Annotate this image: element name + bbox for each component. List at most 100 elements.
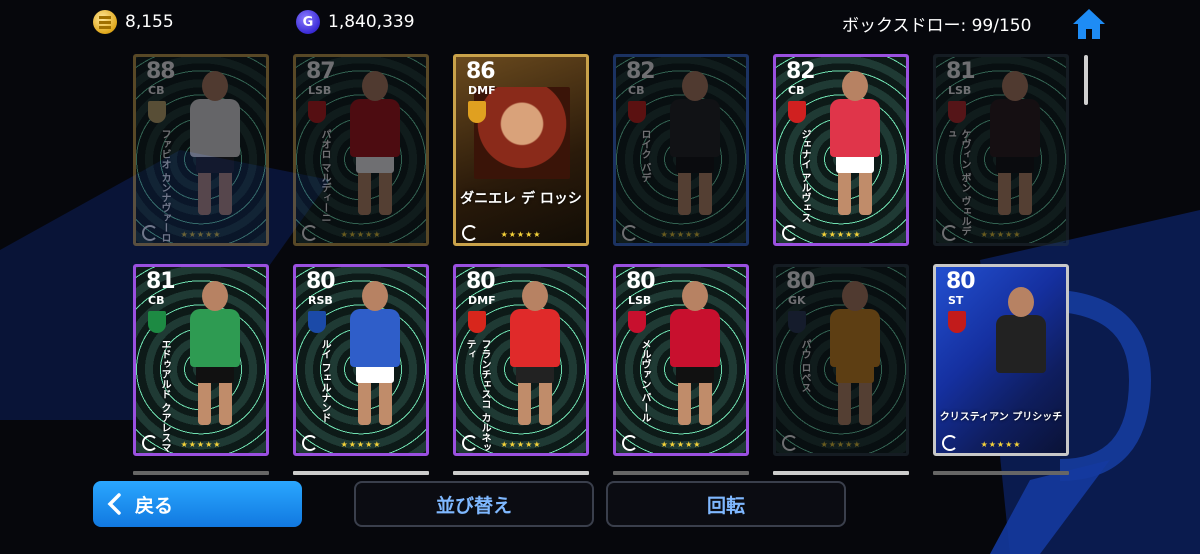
- card-player-name: ロイク バデ: [639, 129, 650, 183]
- player-card[interactable]: 80 LSB メルヴァン バール ★★★★★: [613, 264, 749, 456]
- home-button[interactable]: [1070, 6, 1108, 42]
- efootball-logo-icon: [942, 435, 958, 451]
- card-player-name: ダニエレ デ ロッシ: [460, 191, 582, 207]
- efootball-logo-icon: [942, 225, 958, 241]
- next-row-card-edge: [773, 471, 909, 475]
- player-card[interactable]: 80 GK パウ ロペス ★★★★★: [773, 264, 909, 456]
- club-badge-icon: [628, 311, 646, 333]
- efootball-logo-icon: [782, 435, 798, 451]
- card-position: CB: [148, 84, 165, 97]
- card-rating: 80: [786, 269, 816, 294]
- card-rating: 88: [146, 59, 176, 84]
- player-portrait: [474, 87, 570, 179]
- coin-amount: 8,155: [125, 12, 174, 32]
- card-position: CB: [148, 294, 165, 307]
- next-row-card-edge: [613, 471, 749, 475]
- card-rating: 80: [946, 269, 976, 294]
- card-rating: 82: [786, 59, 816, 84]
- player-card[interactable]: 80 ST クリスティアン プリシッチ ★★★★★: [933, 264, 1069, 456]
- card-player-name: パウ ロペス: [799, 339, 810, 393]
- player-card[interactable]: 80 DMF フランチェスコ カルネッティ ★★★★★: [453, 264, 589, 456]
- card-player-name: ルイ フェルナンド: [319, 339, 330, 423]
- player-figure: [180, 281, 250, 441]
- card-player-name: ファビオ カンナヴァーロ: [159, 129, 170, 243]
- efootball-logo-icon: [622, 225, 638, 241]
- player-card[interactable]: 82 CB ロイク バデ ★★★★★: [613, 54, 749, 246]
- club-badge-icon: [628, 101, 646, 123]
- card-rating: 81: [146, 269, 176, 294]
- chevron-left-icon: [107, 493, 121, 515]
- player-figure: [820, 281, 890, 441]
- player-figure: [660, 281, 730, 441]
- efootball-logo-icon: [142, 435, 158, 451]
- top-bar: 8,155 G 1,840,339 ボックスドロー: 99/150: [0, 0, 1200, 46]
- club-badge-icon: [948, 311, 966, 333]
- club-badge-icon: [468, 311, 486, 333]
- sort-button[interactable]: 並び替え: [354, 481, 594, 527]
- efootball-logo-icon: [782, 225, 798, 241]
- next-row-card-edge: [293, 471, 429, 475]
- player-figure: [340, 71, 410, 231]
- back-button[interactable]: 戻る: [93, 481, 302, 527]
- card-position: GK: [788, 294, 806, 307]
- club-badge-icon: [148, 101, 166, 123]
- card-rating: 86: [466, 59, 496, 84]
- efootball-logo-icon: [462, 225, 478, 241]
- rotate-button-label: 回転: [706, 494, 745, 517]
- player-figure: [986, 287, 1056, 447]
- player-card[interactable]: 81 LSB ケヴィン ボン ヴェルデュ ★★★★★: [933, 54, 1069, 246]
- player-figure: [660, 71, 730, 231]
- efootball-logo-icon: [622, 435, 638, 451]
- card-position: CB: [788, 84, 805, 97]
- player-card[interactable]: 80 RSB ルイ フェルナンド ★★★★★: [293, 264, 429, 456]
- card-player-name: パオロ マルディーニ: [319, 129, 330, 223]
- card-position: LSB: [308, 84, 332, 97]
- card-player-name: クリスティアン プリシッチ: [939, 412, 1063, 423]
- efootball-logo-icon: [302, 435, 318, 451]
- club-badge-icon: [788, 101, 806, 123]
- player-card[interactable]: 82 CB ジェナイ アルヴェス ★★★★★: [773, 54, 909, 246]
- club-badge-icon: [148, 311, 166, 333]
- player-card[interactable]: 87 LSB パオロ マルディーニ ★★★★★: [293, 54, 429, 246]
- scrollbar[interactable]: [1084, 55, 1088, 105]
- card-position: ST: [948, 294, 964, 307]
- card-rating: 87: [306, 59, 336, 84]
- card-player-name: フランチェスコ カルネッティ: [464, 339, 490, 453]
- gp-balance: G 1,840,339: [296, 10, 415, 34]
- player-card[interactable]: 86 DMF ダニエレ デ ロッシ ★★★★★: [453, 54, 589, 246]
- coin-icon: [93, 10, 117, 34]
- card-player-name: メルヴァン バール: [639, 339, 650, 423]
- card-position: RSB: [308, 294, 333, 307]
- card-position: CB: [628, 84, 645, 97]
- card-rating: 80: [626, 269, 656, 294]
- player-card[interactable]: 88 CB ファビオ カンナヴァーロ ★★★★★: [133, 54, 269, 246]
- home-icon: [1073, 9, 1105, 39]
- card-position: LSB: [628, 294, 652, 307]
- player-card[interactable]: 81 CB エドゥアルド クアレスマ ★★★★★: [133, 264, 269, 456]
- club-badge-icon: [948, 101, 966, 123]
- card-rating: 80: [306, 269, 336, 294]
- card-position: DMF: [468, 84, 496, 97]
- back-button-label: 戻る: [135, 494, 174, 517]
- card-position: LSB: [948, 84, 972, 97]
- player-figure: [820, 71, 890, 231]
- club-badge-icon: [308, 311, 326, 333]
- card-rating: 81: [946, 59, 976, 84]
- coin-balance: 8,155: [93, 10, 174, 34]
- gp-icon: G: [296, 10, 320, 34]
- player-figure: [340, 281, 410, 441]
- sort-button-label: 並び替え: [435, 494, 512, 517]
- club-badge-icon: [468, 101, 486, 123]
- next-row-card-edge: [133, 471, 269, 475]
- next-row-card-edge: [453, 471, 589, 475]
- box-draw-counter: ボックスドロー: 99/150: [842, 16, 1032, 36]
- rotate-button[interactable]: 回転: [606, 481, 846, 527]
- player-figure: [980, 71, 1050, 231]
- club-badge-icon: [788, 311, 806, 333]
- efootball-logo-icon: [302, 225, 318, 241]
- club-badge-icon: [308, 101, 326, 123]
- card-player-name: ケヴィン ボン ヴェルデュ: [944, 129, 970, 236]
- gp-amount: 1,840,339: [328, 12, 415, 32]
- efootball-logo-icon: [142, 225, 158, 241]
- next-row-card-edge: [933, 471, 1069, 475]
